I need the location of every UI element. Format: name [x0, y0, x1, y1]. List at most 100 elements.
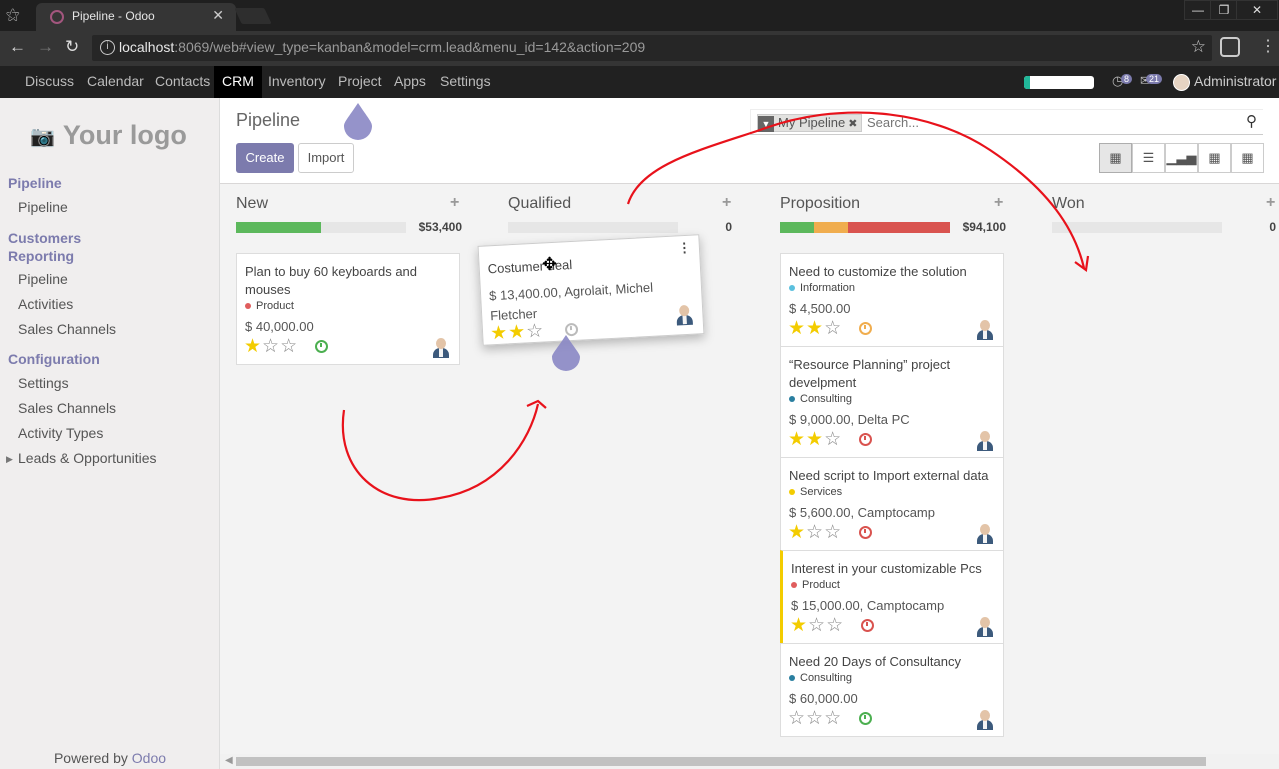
activity-clock-icon[interactable] [859, 712, 872, 725]
priority-stars[interactable]: ★★☆ [788, 430, 842, 450]
page-title: Pipeline [236, 110, 301, 130]
sidebar-item-activities[interactable]: Activities [18, 296, 73, 312]
card-amount: $ 60,000.00 [789, 691, 858, 706]
list-view-button[interactable]: ☰ [1132, 143, 1165, 173]
menu-discuss[interactable]: Discuss [17, 66, 82, 98]
column-total-qualified: 0 [725, 220, 732, 234]
sidebar-item-reporting-pipeline[interactable]: Pipeline [18, 271, 68, 287]
sidebar-section-customers-reporting: Customers Reporting [8, 230, 82, 264]
priority-stars[interactable]: ★★☆ [788, 319, 842, 339]
kanban-card[interactable]: Interest in your customizable Pcs Produc… [780, 550, 1004, 644]
card-amount: $ 5,600.00, Camptocamp [789, 505, 935, 520]
reload-icon[interactable]: ↻ [65, 37, 79, 57]
menu-apps[interactable]: Apps [386, 66, 434, 98]
calendar-view-button[interactable]: ▦ [1198, 143, 1231, 173]
kanban-view-button[interactable]: ▦ [1099, 143, 1132, 173]
close-window-icon[interactable]: ✕ [1236, 0, 1278, 20]
filter-facet[interactable]: ▼ My Pipeline ✖ [757, 114, 863, 132]
column-progress-proposition[interactable] [780, 222, 950, 233]
priority-stars[interactable]: ★☆☆ [244, 337, 298, 357]
kanban-card[interactable]: Need 20 Days of Consultancy Consulting $… [780, 643, 1004, 737]
sidebar-item-leads-opportunities[interactable]: Leads & Opportunities [18, 450, 157, 466]
kanban-card[interactable]: Need to customize the solution Informati… [780, 253, 1004, 347]
incognito-icon: ⚝ [6, 6, 20, 22]
card-amount: $ 4,500.00 [789, 301, 851, 316]
graph-view-button[interactable]: ▁▃▅ [1165, 143, 1198, 173]
salesperson-avatar [975, 616, 995, 638]
kanban-card[interactable]: “Resource Planning” project develpment C… [780, 346, 1004, 458]
salesperson-avatar [975, 319, 995, 341]
kanban-card[interactable]: Need script to Import external data Serv… [780, 457, 1004, 551]
bookmark-star-icon[interactable]: ☆ [1191, 37, 1206, 57]
browser-menu-icon[interactable]: ⋮ [1260, 36, 1276, 56]
odoo-link[interactable]: Odoo [132, 750, 166, 766]
menu-calendar[interactable]: Calendar [79, 66, 152, 98]
menu-settings[interactable]: Settings [432, 66, 499, 98]
search-input[interactable] [867, 112, 1227, 132]
column-title-new: New [236, 195, 269, 212]
sidebar-item-activity-types[interactable]: Activity Types [18, 425, 103, 441]
create-button[interactable]: Create [236, 143, 294, 173]
activity-clock-icon[interactable] [861, 619, 874, 632]
caret-right-icon[interactable]: ▶ [6, 454, 13, 465]
dragged-kanban-card[interactable]: Costumer deal $ 13,400.00, Agrolait, Mic… [477, 234, 705, 346]
facet-remove-icon[interactable]: ✖ [848, 118, 857, 130]
activity-clock-icon[interactable] [859, 322, 872, 335]
card-amount: $ 9,000.00, Delta PC [789, 412, 910, 427]
sidebar-item-config-sales-channels[interactable]: Sales Channels [18, 400, 116, 416]
priority-stars[interactable]: ★☆☆ [790, 616, 844, 636]
menu-project[interactable]: Project [330, 66, 390, 98]
priority-stars[interactable]: ★☆☆ [788, 523, 842, 543]
company-logo: 📷 Your logo [30, 120, 187, 150]
card-tag: Services [789, 486, 842, 498]
control-panel: Pipeline Create Import ▼ My Pipeline✖ ⚲ ▦… [220, 98, 1279, 184]
column-add-icon[interactable]: + [1266, 194, 1275, 212]
sidebar-item-settings[interactable]: Settings [18, 375, 69, 391]
browser-tab[interactable]: Pipeline - Odoo ✕ [36, 3, 236, 31]
menu-contacts[interactable]: Contacts [147, 66, 218, 98]
extension-icon[interactable] [1220, 37, 1240, 57]
restore-icon[interactable]: ❐ [1210, 0, 1238, 20]
address-bar: ← → ↻ i localhost:8069/web#view_type=kan… [0, 31, 1279, 66]
activity-clock-icon[interactable] [859, 433, 872, 446]
priority-stars[interactable]: ☆☆☆ [788, 709, 842, 729]
salesperson-avatar [431, 337, 451, 359]
minimize-icon[interactable]: — [1184, 0, 1212, 20]
forward-icon[interactable]: → [37, 37, 54, 57]
back-icon[interactable]: ← [9, 37, 26, 57]
search-icon[interactable]: ⚲ [1246, 112, 1257, 130]
column-add-icon[interactable]: + [994, 194, 1003, 212]
salesperson-avatar [975, 430, 995, 452]
pivot-view-button[interactable]: ▦ [1231, 143, 1264, 173]
user-avatar[interactable] [1173, 74, 1190, 91]
loading-progress [1024, 76, 1094, 89]
priority-stars[interactable]: ★★☆ [490, 321, 545, 345]
activity-clock-icon[interactable] [564, 322, 579, 337]
card-amount: $ 13,400.00, Agrolait, Michel Fletcher [488, 279, 654, 324]
tab-close-icon[interactable]: ✕ [212, 7, 224, 24]
kanban-card[interactable]: Plan to buy 60 keyboards and mouses Prod… [236, 253, 460, 365]
url-path: :8069/web#view_type=kanban&model=crm.lea… [174, 39, 646, 55]
url-field[interactable]: i localhost:8069/web#view_type=kanban&mo… [92, 35, 1212, 61]
new-tab-button[interactable] [234, 8, 272, 24]
scroll-left-icon[interactable]: ◀ [225, 755, 233, 766]
odoo-favicon-icon [50, 10, 64, 24]
column-add-icon[interactable]: + [450, 194, 459, 212]
activity-clock-icon[interactable] [859, 526, 872, 539]
activity-clock-icon[interactable] [315, 340, 328, 353]
info-icon[interactable]: i [100, 40, 115, 55]
user-name[interactable]: Administrator [1194, 73, 1276, 89]
card-amount: $ 15,000.00, Camptocamp [791, 598, 945, 613]
menu-inventory[interactable]: Inventory [260, 66, 334, 98]
scrollbar-thumb[interactable] [236, 757, 1206, 766]
horizontal-scrollbar[interactable]: ◀ [220, 754, 1279, 769]
sidebar-item-pipeline[interactable]: Pipeline [18, 199, 68, 215]
column-add-icon[interactable]: + [722, 194, 731, 212]
sidebar-item-sales-channels[interactable]: Sales Channels [18, 321, 116, 337]
menu-crm[interactable]: CRM [214, 66, 262, 98]
column-progress-new[interactable] [236, 222, 406, 233]
powered-by: Powered by Odoo [53, 750, 167, 766]
card-menu-icon[interactable]: ⋮ [678, 240, 692, 257]
import-button[interactable]: Import [298, 143, 354, 173]
card-title: Need 20 Days of Consultancy [789, 654, 961, 669]
